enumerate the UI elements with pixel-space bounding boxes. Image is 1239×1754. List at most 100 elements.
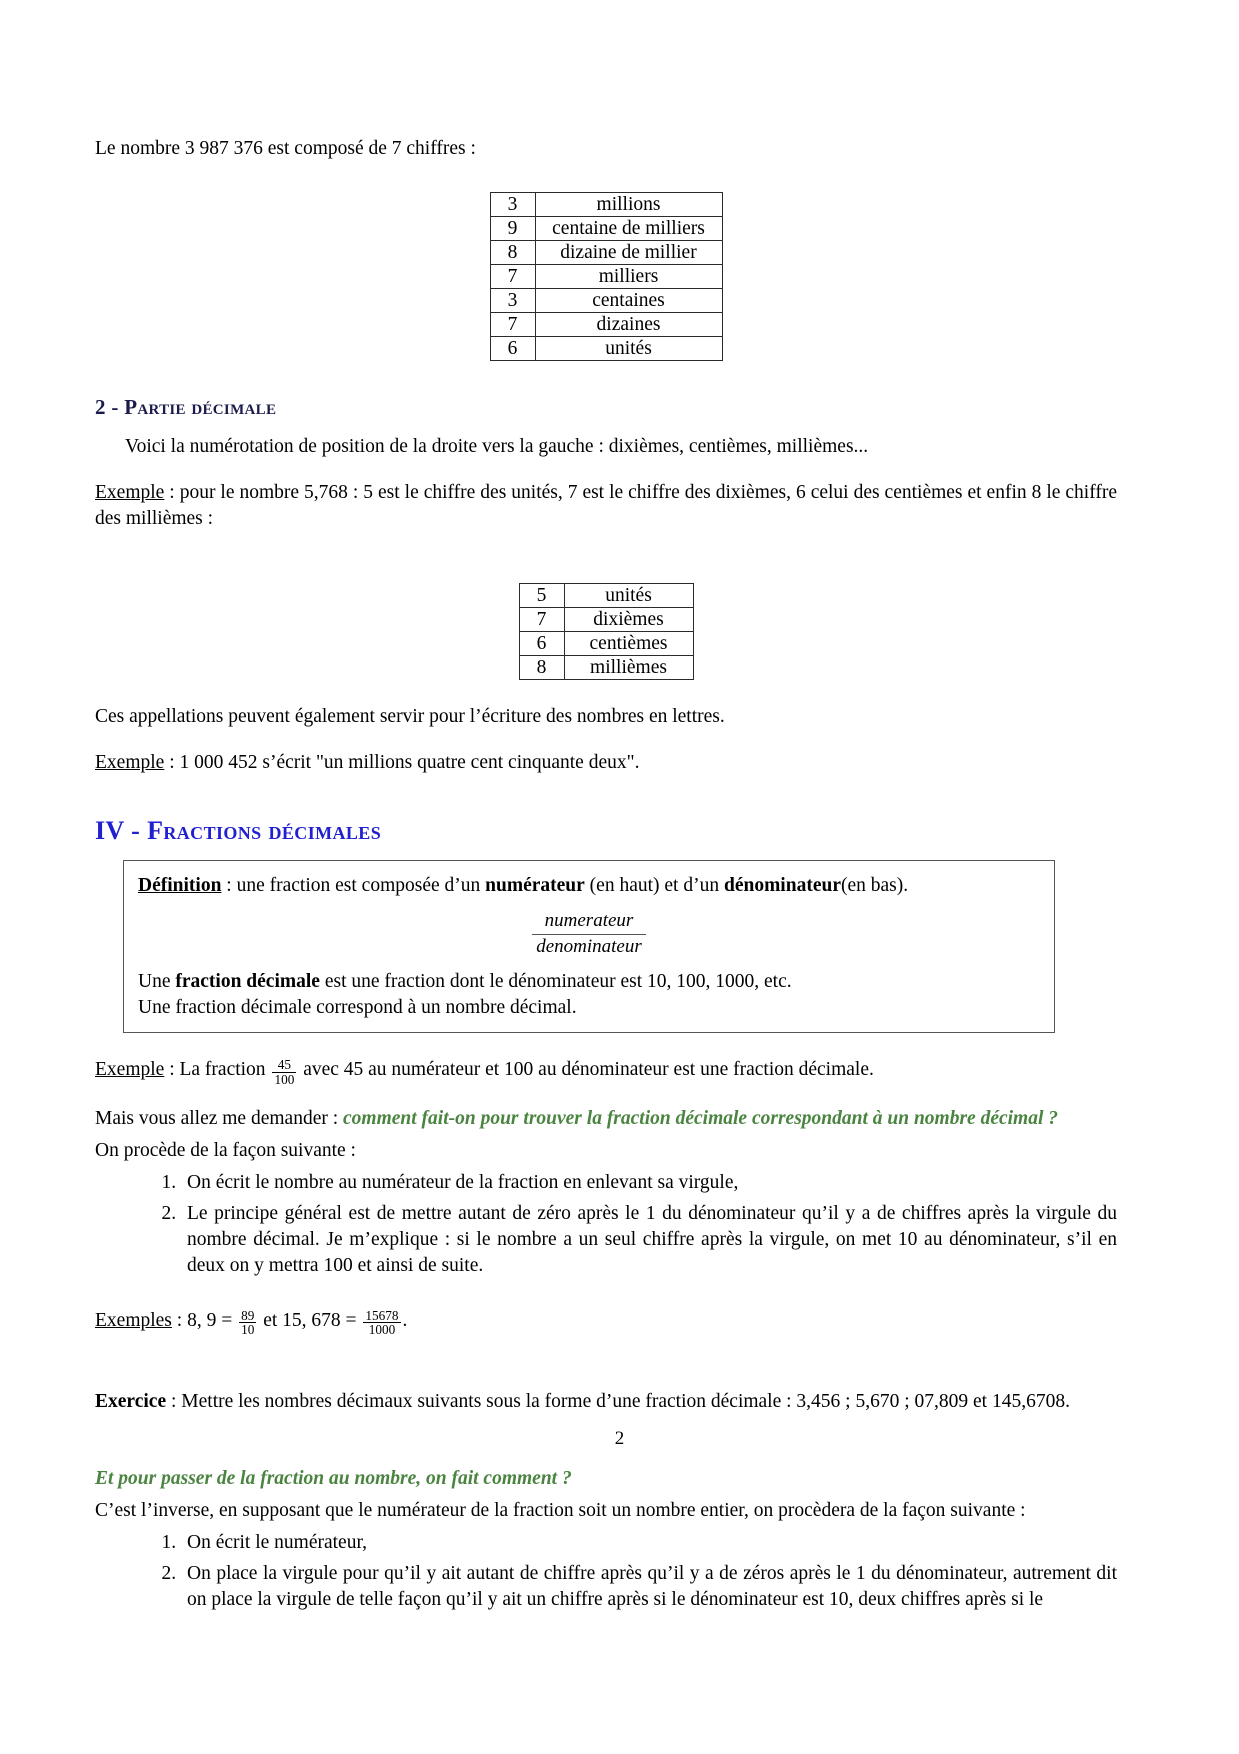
fraction-numerator: 15678: [365, 1307, 399, 1323]
table-row: 6 centièmes: [518, 631, 694, 657]
section-heading-partie-decimale: 2 - Partie décimale: [95, 395, 1117, 420]
table-row: 8 dizaine de millier: [489, 239, 723, 265]
table-row: 7 milliers: [489, 263, 723, 289]
numerateur-term: numérateur: [485, 874, 585, 896]
page-content: Le nombre 3 987 376 est composé de 7 chi…: [95, 136, 1117, 1618]
decimal-place-value-table: 5 unités 7 dixièmes 6 centièmes 8 milliè…: [518, 583, 694, 681]
digit-cell: 5: [518, 583, 565, 609]
table-row: 3 millions: [489, 191, 723, 217]
question-paragraph: Mais vous allez me demander : comment fa…: [95, 1106, 1117, 1132]
denominateur-term: dénominateur: [723, 874, 841, 896]
list-item: On écrit le numérateur,: [181, 1530, 1117, 1556]
definition-text-b: (en haut) et d’un: [584, 874, 724, 896]
table-body: 5 unités 7 dixièmes 6 centièmes 8 milliè…: [518, 583, 694, 681]
digit-cell: 7: [489, 311, 536, 338]
fraction-numerator: 45: [277, 1057, 291, 1073]
section-heading-fractions-decimales: IV - Fractions décimales: [95, 816, 1117, 846]
fraction-denominator: 1000: [363, 1322, 401, 1337]
integer-place-value-table-wrap: 3 millions 9 centaine de milliers 8 diza…: [95, 191, 1117, 362]
example-label: Exemple: [95, 752, 165, 774]
fraction-denominator: 10: [239, 1322, 257, 1338]
definition-line-3: Une fraction décimale correspond à un no…: [138, 997, 577, 1019]
fraction-denominator: 100: [272, 1071, 297, 1087]
numerotation-paragraph: Voici la numérotation de position de la …: [125, 436, 869, 458]
example-body: : 1 000 452 s’écrit "un millions quatre …: [164, 752, 640, 774]
table-row: 9 centaine de milliers: [489, 215, 723, 241]
section-number: IV -: [95, 815, 148, 845]
fraction-decimale-term: fraction décimale: [175, 970, 320, 992]
table-row: 7 dixièmes: [518, 607, 694, 633]
definition-label: Définition: [138, 874, 222, 896]
reverse-steps-list: On écrit le numérateur, On place la virg…: [95, 1530, 1117, 1613]
document-page: Le nombre 3 987 376 est composé de 7 chi…: [0, 0, 1239, 1754]
example-fraction-45-100: Exemple : La fraction 45 100 avec 45 au n…: [95, 1057, 1117, 1086]
place-name-cell: unités: [563, 583, 694, 609]
inline-fraction-15678-1000: 15678 1000: [363, 1307, 401, 1337]
digit-cell: 8: [489, 239, 536, 265]
place-name-cell: centièmes: [563, 631, 694, 657]
integer-place-value-table: 3 millions 9 centaine de milliers 8 diza…: [489, 191, 723, 362]
digit-cell: 6: [489, 336, 536, 362]
list-item: On place la virgule pour qu’il y ait aut…: [181, 1561, 1117, 1613]
digit-cell: 7: [489, 263, 536, 289]
table-row: 8 millièmes: [518, 655, 694, 681]
procedure-steps-list: On écrit le nombre au numérateur de la f…: [95, 1170, 1117, 1280]
section-title: Partie décimale: [124, 395, 277, 420]
example-text-a: : La fraction: [164, 1059, 271, 1081]
decimal-place-value-table-wrap: 5 unités 7 dixièmes 6 centièmes 8 milliè…: [95, 583, 1117, 681]
appellations-paragraph: Ces appellations peuvent également servi…: [95, 706, 725, 728]
reverse-lead-paragraph: C’est l’inverse, en supposant que le num…: [95, 1500, 1026, 1522]
example-body: : pour le nombre 5,768 : 5 est le chiffr…: [95, 481, 1117, 529]
digit-cell: 3: [489, 287, 536, 313]
table-row: 5 unités: [518, 583, 694, 609]
example-label: Exemple: [95, 481, 165, 503]
definition-line-1: Définition : une fraction est composée d…: [138, 873, 1040, 900]
page-number: 2: [614, 1428, 625, 1449]
fraction-denominator: denominateur: [532, 933, 646, 959]
place-name-cell: milliers: [534, 263, 723, 289]
exercise-label: Exercice: [95, 1390, 167, 1412]
section-title: Fractions décimales: [147, 815, 382, 845]
place-name-cell: centaine de milliers: [534, 215, 723, 241]
example-1000452-paragraph: Exemple : 1 000 452 s’écrit "un millions…: [95, 750, 1117, 776]
place-name-cell: unités: [534, 336, 723, 362]
inline-fraction-89-10: 89 10: [239, 1309, 257, 1338]
definition-box: Définition : une fraction est composée d…: [123, 859, 1055, 1034]
list-item: On écrit le nombre au numérateur de la f…: [181, 1170, 1117, 1196]
table-row: 6 unités: [489, 336, 723, 362]
examples-label: Exemples: [95, 1310, 172, 1332]
inline-fraction-45-100: 45 100: [272, 1057, 297, 1087]
digit-cell: 8: [518, 655, 565, 681]
example-text-b: avec 45 au numérateur et 100 au dénomina…: [298, 1059, 874, 1081]
place-name-cell: millions: [534, 191, 723, 217]
place-name-cell: millièmes: [563, 655, 694, 681]
place-name-cell: dixièmes: [563, 607, 694, 633]
examples-fractions-paragraph: Exemples : 8, 9 = 89 10 et 15, 678 = 1567…: [95, 1308, 1117, 1337]
reverse-question-heading: Et pour passer de la fraction au nombre,…: [95, 1468, 572, 1490]
example-5768-paragraph: Exemple : pour le nombre 5,768 : 5 est l…: [95, 480, 1117, 531]
intro-paragraph: Le nombre 3 987 376 est composé de 7 chi…: [95, 138, 476, 159]
fraction-numerator: numerateur: [544, 909, 634, 931]
place-name-cell: dizaine de millier: [534, 239, 723, 265]
list-item: Le principe général est de mettre autant…: [181, 1201, 1117, 1279]
digit-cell: 9: [489, 215, 536, 241]
digit-cell: 7: [518, 607, 565, 633]
place-name-cell: centaines: [534, 287, 723, 313]
section-number: 2 -: [95, 395, 125, 420]
examples-text-c: .: [402, 1310, 408, 1332]
table-row: 7 dizaines: [489, 311, 723, 338]
examples-text-a: : 8, 9 =: [171, 1310, 238, 1332]
exercise-text: : Mettre les nombres décimaux suivants s…: [166, 1390, 1070, 1412]
table-body: 3 millions 9 centaine de milliers 8 diza…: [489, 191, 723, 362]
fraction-illustration: numerateur denominateur: [138, 910, 1040, 961]
